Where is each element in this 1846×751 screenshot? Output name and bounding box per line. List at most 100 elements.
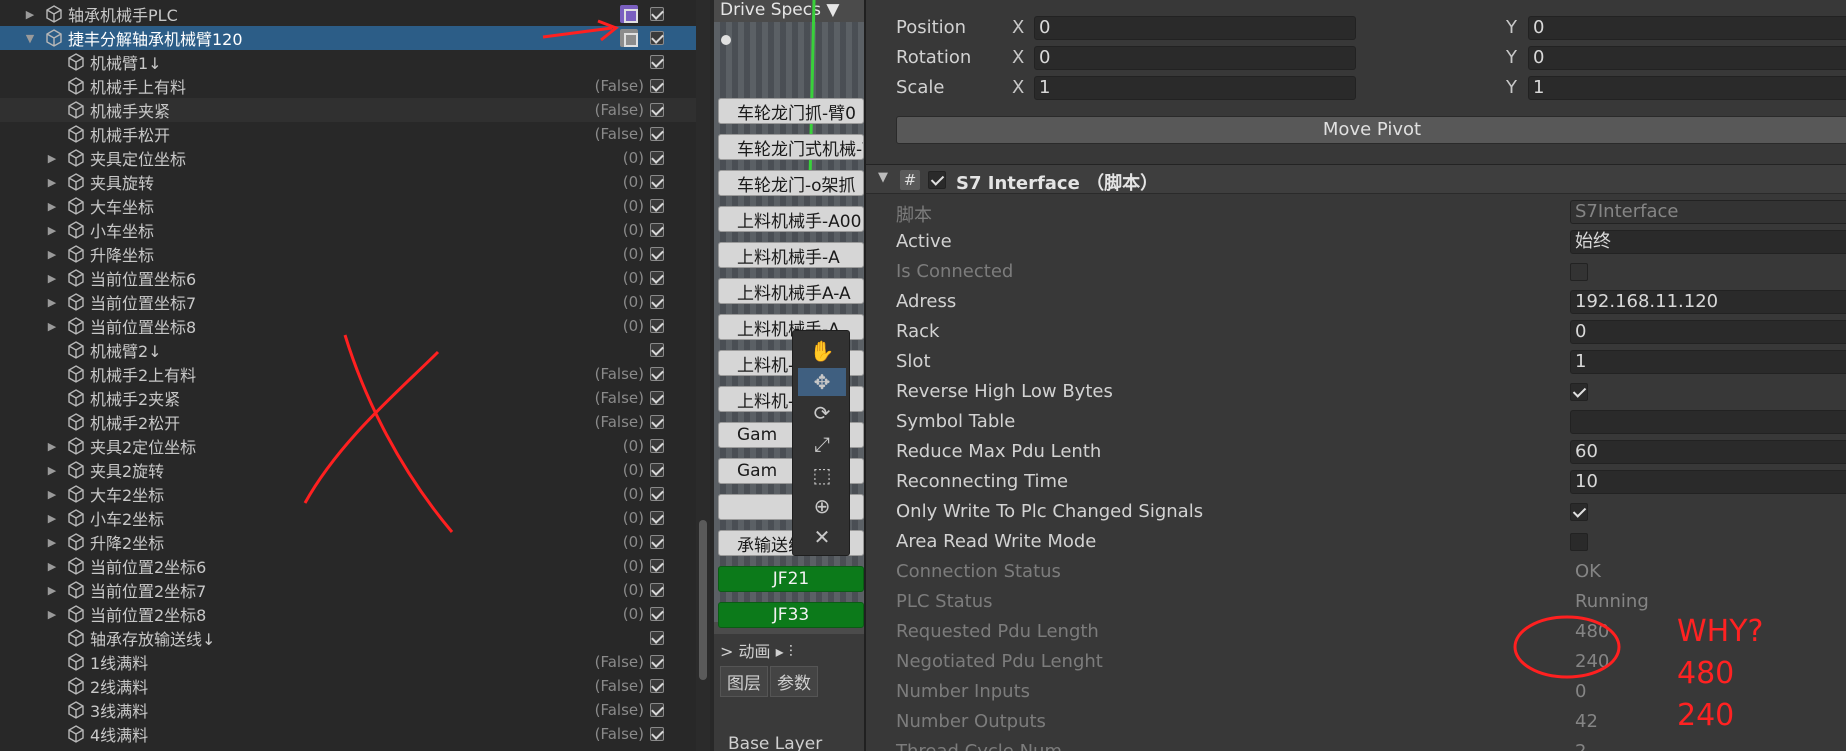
active-checkbox[interactable]	[650, 535, 664, 549]
active-checkbox[interactable]	[650, 223, 664, 237]
scene-node-button[interactable]: 上料机械手-A00	[718, 206, 864, 232]
field-input[interactable]: 始终	[1570, 230, 1846, 254]
component-enabled-checkbox[interactable]	[928, 171, 946, 189]
x-input[interactable]: 1	[1034, 76, 1356, 100]
hierarchy-row[interactable]: ▶ 夹具旋转 (0)	[0, 170, 696, 194]
hierarchy-row[interactable]: 轴承存放输送线↓	[0, 626, 696, 650]
active-checkbox[interactable]	[650, 31, 664, 45]
scene-node-button[interactable]: 车轮龙门式机械-Y	[718, 134, 864, 160]
active-checkbox[interactable]	[650, 583, 664, 597]
scene-node-button[interactable]: JF21	[718, 566, 864, 592]
hierarchy-row[interactable]: 机械臂2↓	[0, 338, 696, 362]
active-checkbox[interactable]	[650, 391, 664, 405]
hierarchy-row[interactable]: 4线满料 (False)	[0, 722, 696, 746]
hierarchy-row[interactable]: ▶ 当前位置坐标7 (0)	[0, 290, 696, 314]
hierarchy-row[interactable]: 机械手上有料 (False)	[0, 74, 696, 98]
hierarchy-row[interactable]: 机械手2松开 (False)	[0, 410, 696, 434]
scene-node-button[interactable]: JF33	[718, 602, 864, 628]
hierarchy-row[interactable]: ▶ 当前位置2坐标7 (0)	[0, 578, 696, 602]
field-input[interactable]: 60	[1570, 440, 1846, 464]
rotate-tool-icon[interactable]: ⟳	[798, 399, 846, 427]
hierarchy-row[interactable]: 机械手松开 (False)	[0, 122, 696, 146]
active-checkbox[interactable]	[650, 79, 664, 93]
hierarchy-row[interactable]: ▶ 夹具2定位坐标 (0)	[0, 434, 696, 458]
scene-node-button[interactable]: 上料机械手-A	[718, 242, 864, 268]
x-input[interactable]: 0	[1034, 46, 1356, 70]
field-checkbox[interactable]	[1570, 383, 1588, 401]
expand-right-icon[interactable]: ▶	[46, 530, 58, 554]
field-input[interactable]: 1	[1570, 350, 1846, 374]
expand-right-icon[interactable]: ▶	[24, 2, 36, 26]
field-input[interactable]: 192.168.11.120	[1570, 290, 1846, 314]
hierarchy-row[interactable]: ▶ 升降坐标 (0)	[0, 242, 696, 266]
active-checkbox[interactable]	[650, 7, 664, 21]
expand-right-icon[interactable]: ▶	[46, 458, 58, 482]
rect-tool-icon[interactable]: ⬚	[798, 461, 846, 489]
hierarchy-row[interactable]: ▶ 轴承机械手PLC	[0, 2, 696, 26]
expand-right-icon[interactable]: ▶	[46, 314, 58, 338]
active-checkbox[interactable]	[650, 271, 664, 285]
active-checkbox[interactable]	[650, 319, 664, 333]
expand-right-icon[interactable]: ▶	[46, 578, 58, 602]
hierarchy-row[interactable]: ▶ 大车2坐标 (0)	[0, 482, 696, 506]
hand-tool-icon[interactable]: ✋	[798, 337, 846, 365]
active-checkbox[interactable]	[650, 295, 664, 309]
hierarchy-row[interactable]: ▶ 小车坐标 (0)	[0, 218, 696, 242]
hierarchy-row[interactable]: 2线满料 (False)	[0, 674, 696, 698]
active-checkbox[interactable]	[650, 655, 664, 669]
expand-right-icon[interactable]: ▶	[46, 434, 58, 458]
hierarchy-row[interactable]: ▶ 当前位置坐标6 (0)	[0, 266, 696, 290]
expand-right-icon[interactable]: ▶	[46, 290, 58, 314]
hierarchy-scrollbar[interactable]	[696, 0, 710, 751]
active-checkbox[interactable]	[650, 199, 664, 213]
hierarchy-row[interactable]: 3线满料 (False)	[0, 698, 696, 722]
hierarchy-row[interactable]: ▶ 当前位置2坐标6 (0)	[0, 554, 696, 578]
y-input[interactable]: 0	[1528, 46, 1846, 70]
active-checkbox[interactable]	[650, 679, 664, 693]
active-checkbox[interactable]	[650, 727, 664, 741]
hierarchy-row[interactable]: ▶ 小车2坐标 (0)	[0, 506, 696, 530]
field-input[interactable]: 0	[1570, 320, 1846, 344]
expand-right-icon[interactable]: ▶	[46, 170, 58, 194]
field-input[interactable]	[1570, 410, 1846, 434]
expand-down-icon[interactable]: ▼	[24, 26, 36, 50]
hierarchy-row[interactable]: ▶ 当前位置坐标8 (0)	[0, 314, 696, 338]
scene-node-button[interactable]: 车轮龙门-o架抓	[718, 170, 864, 196]
field-input[interactable]: 10	[1570, 470, 1846, 494]
expand-right-icon[interactable]: ▶	[46, 266, 58, 290]
custom-tool-icon[interactable]: ✕	[798, 523, 846, 551]
active-checkbox[interactable]	[650, 247, 664, 261]
expand-right-icon[interactable]: ▶	[46, 602, 58, 626]
x-input[interactable]: 0	[1034, 16, 1356, 40]
fold-arrow-icon[interactable]: ▼	[878, 170, 888, 185]
hierarchy-row[interactable]: ▶ 夹具定位坐标 (0)	[0, 146, 696, 170]
s7-interface-component-header[interactable]: ▼ # S7 Interface （脚本）	[866, 164, 1846, 194]
expand-right-icon[interactable]: ▶	[46, 242, 58, 266]
expand-right-icon[interactable]: ▶	[46, 482, 58, 506]
active-checkbox[interactable]	[650, 55, 664, 69]
active-checkbox[interactable]	[650, 415, 664, 429]
scene-node-button[interactable]: 车轮龙门抓-臂0	[718, 98, 864, 124]
expand-right-icon[interactable]: ▶	[46, 194, 58, 218]
scene-node-button[interactable]: 上料机械手A-A	[718, 278, 864, 304]
active-checkbox[interactable]	[650, 343, 664, 357]
active-checkbox[interactable]	[650, 127, 664, 141]
active-checkbox[interactable]	[650, 559, 664, 573]
active-checkbox[interactable]	[650, 367, 664, 381]
active-checkbox[interactable]	[650, 487, 664, 501]
hierarchy-row[interactable]: ▶ 大车坐标 (0)	[0, 194, 696, 218]
hierarchy-row[interactable]: 机械手2夹紧 (False)	[0, 386, 696, 410]
animator-tab[interactable]: > 动画 ▸ ⫶	[720, 638, 793, 662]
field-checkbox[interactable]	[1570, 503, 1588, 521]
active-checkbox[interactable]	[650, 103, 664, 117]
move-tool-icon[interactable]: ✥	[798, 368, 846, 396]
hierarchy-row[interactable]: ▶ 当前位置2坐标8 (0)	[0, 602, 696, 626]
hierarchy-row[interactable]: ▼ 捷丰分解轴承机械臂120	[0, 26, 696, 50]
active-checkbox[interactable]	[650, 151, 664, 165]
active-checkbox[interactable]	[650, 511, 664, 525]
y-input[interactable]: 1	[1528, 76, 1846, 100]
hierarchy-row[interactable]: ▶ 升降2坐标 (0)	[0, 530, 696, 554]
hierarchy-row[interactable]: ▶ 夹具2旋转 (0)	[0, 458, 696, 482]
expand-right-icon[interactable]: ▶	[46, 506, 58, 530]
active-checkbox[interactable]	[650, 175, 664, 189]
